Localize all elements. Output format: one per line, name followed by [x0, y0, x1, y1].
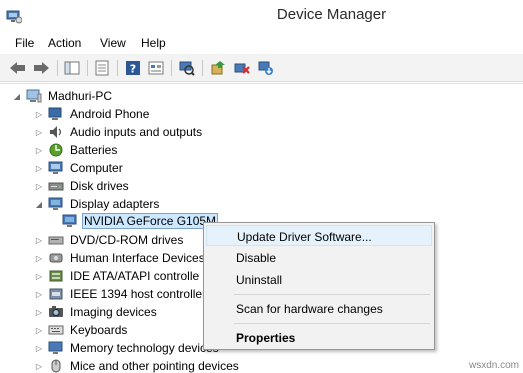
- disable-menu-item[interactable]: Disable: [206, 247, 432, 268]
- category-label: Mice and other pointing devices: [70, 359, 239, 373]
- tree-category[interactable]: ▷ Keyboards: [34, 321, 129, 339]
- update-driver-software-menu-item[interactable]: Update Driver Software...: [206, 225, 432, 246]
- tree-root-label: Madhuri-PC: [48, 89, 113, 103]
- help-icon[interactable]: ?: [123, 58, 143, 78]
- dvd-drive-icon: [48, 232, 64, 248]
- expand-arrow-icon[interactable]: ▷: [34, 231, 44, 249]
- ieee1394-icon: [48, 286, 64, 302]
- menu-file[interactable]: File: [15, 36, 34, 50]
- scan-hardware-icon[interactable]: [177, 58, 197, 78]
- ide-controller-icon: [48, 268, 64, 284]
- expand-arrow-icon[interactable]: ▷: [34, 141, 44, 159]
- disable-device-icon[interactable]: [232, 58, 252, 78]
- category-label: Imaging devices: [70, 305, 157, 319]
- category-label: Display adapters: [70, 197, 160, 211]
- battery-icon: [48, 142, 64, 158]
- update-driver-icon[interactable]: [208, 58, 228, 78]
- tree-category[interactable]: ▷ Batteries: [34, 141, 119, 159]
- tree-category[interactable]: ▷ DVD/CD-ROM drives: [34, 231, 185, 249]
- tree-category[interactable]: ▷ Android Phone: [34, 105, 151, 123]
- tree-category[interactable]: ▷ IDE ATA/ATAPI controlle: [34, 267, 201, 285]
- category-label: IEEE 1394 host controllers: [70, 287, 213, 301]
- android-phone-icon: [48, 106, 64, 122]
- window-title: Device Manager: [276, 6, 387, 23]
- camera-icon: [48, 304, 64, 320]
- expand-arrow-icon[interactable]: ▷: [34, 249, 44, 267]
- category-label: DVD/CD-ROM drives: [70, 233, 184, 247]
- uninstall-device-icon[interactable]: [256, 58, 276, 78]
- category-label: Computer: [70, 161, 123, 175]
- expand-arrow-icon[interactable]: ▷: [34, 177, 44, 195]
- expand-arrow-icon[interactable]: ▷: [34, 303, 44, 321]
- hid-icon: [48, 250, 64, 266]
- audio-icon: [48, 124, 64, 140]
- menu-bar: File Action View Help: [0, 32, 523, 54]
- menu-help[interactable]: Help: [141, 36, 166, 50]
- tree-category[interactable]: ▷ Computer: [34, 159, 125, 177]
- tree-category[interactable]: ▷ Memory technology devices: [34, 339, 221, 357]
- tree-category[interactable]: ▷ IEEE 1394 host controllers: [34, 285, 214, 303]
- expand-arrow-icon[interactable]: ▷: [34, 123, 44, 141]
- expand-arrow-icon[interactable]: ▷: [34, 267, 44, 285]
- title-bar: Device Manager: [0, 0, 523, 32]
- collapse-arrow-icon[interactable]: ◢: [34, 195, 44, 213]
- svg-text:?: ?: [130, 63, 136, 76]
- menu-view[interactable]: View: [100, 36, 126, 50]
- menu-separator: [234, 323, 430, 324]
- category-label: Disk drives: [70, 179, 129, 193]
- tree-device-selected[interactable]: NVIDIA GeForce G105M: [48, 212, 219, 230]
- expand-arrow-icon[interactable]: ▷: [34, 321, 44, 339]
- properties-icon[interactable]: [92, 58, 112, 78]
- computer-root-icon: [26, 88, 42, 104]
- display-adapter-icon: [48, 196, 64, 212]
- expand-arrow-icon[interactable]: ▷: [34, 105, 44, 123]
- display-adapter-icon: [62, 213, 78, 229]
- watermark: wsxdn.com: [468, 360, 519, 371]
- tree-category[interactable]: ▷ Mice and other pointing devices: [34, 357, 241, 373]
- context-menu: Update Driver Software... Disable Uninst…: [203, 222, 435, 350]
- show-hide-tree-icon[interactable]: [62, 58, 82, 78]
- expand-arrow-icon[interactable]: ▷: [34, 339, 44, 357]
- mouse-icon: [48, 358, 64, 373]
- menu-action[interactable]: Action: [48, 36, 81, 50]
- toolbar: ?: [0, 54, 523, 82]
- collapse-arrow-icon[interactable]: ◢: [12, 87, 22, 105]
- tree-category[interactable]: ▷ Audio inputs and outputs: [34, 123, 204, 141]
- category-label: Keyboards: [70, 323, 128, 337]
- expand-arrow-icon[interactable]: ▷: [34, 357, 44, 373]
- category-label: Batteries: [70, 143, 118, 157]
- tree-category[interactable]: ▷ Human Interface Devices: [34, 249, 207, 267]
- menu-separator: [234, 294, 430, 295]
- device-label: NVIDIA GeForce G105M: [82, 213, 219, 229]
- tree-category-expanded[interactable]: ◢ Display adapters: [34, 195, 161, 213]
- category-label: Human Interface Devices: [70, 251, 205, 265]
- disk-drive-icon: [48, 178, 64, 194]
- category-label: Android Phone: [70, 107, 150, 121]
- tree-root[interactable]: ◢ Madhuri-PC: [12, 87, 114, 105]
- category-label: IDE ATA/ATAPI controlle: [70, 269, 200, 283]
- keyboard-icon: [48, 322, 64, 338]
- computer-icon: [48, 160, 64, 176]
- memory-icon: [48, 340, 64, 356]
- category-label: Memory technology devices: [70, 341, 219, 355]
- forward-arrow-icon[interactable]: [31, 58, 51, 78]
- expand-arrow-icon[interactable]: ▷: [34, 285, 44, 303]
- view-icon[interactable]: [146, 58, 166, 78]
- properties-menu-item[interactable]: Properties: [206, 327, 432, 348]
- tree-category[interactable]: ▷ Imaging devices: [34, 303, 159, 321]
- category-label: Audio inputs and outputs: [70, 125, 203, 139]
- expand-arrow-icon[interactable]: ▷: [34, 159, 44, 177]
- back-arrow-icon[interactable]: [8, 58, 28, 78]
- tree-category[interactable]: ▷ Disk drives: [34, 177, 131, 195]
- uninstall-menu-item[interactable]: Uninstall: [206, 269, 432, 290]
- scan-hardware-changes-menu-item[interactable]: Scan for hardware changes: [206, 298, 432, 319]
